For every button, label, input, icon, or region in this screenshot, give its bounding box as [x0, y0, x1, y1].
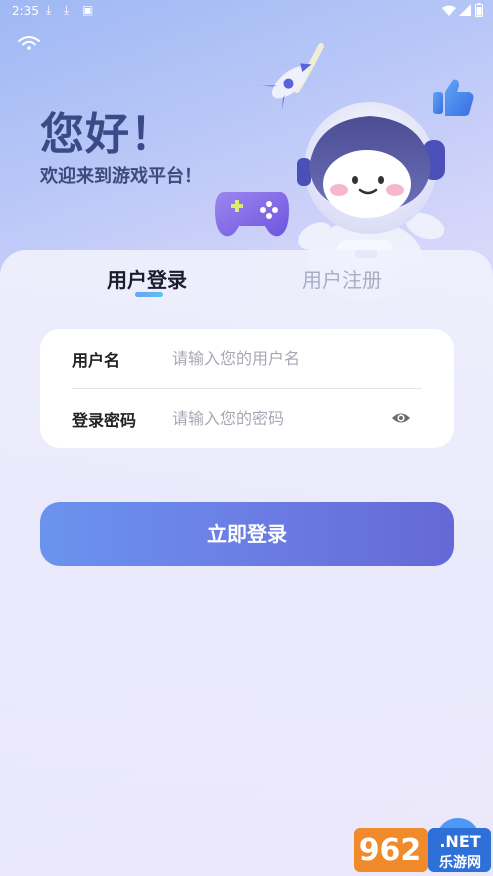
login-form: 用户名 登录密码: [40, 329, 454, 448]
download-icon: ⤓: [46, 3, 52, 17]
download-icon: ⤓: [64, 3, 70, 17]
gamepad-icon: [215, 192, 289, 237]
signal-icon: [459, 4, 471, 16]
username-input[interactable]: [172, 344, 382, 372]
tab-login[interactable]: 用户登录: [107, 264, 187, 293]
password-input[interactable]: [172, 404, 382, 432]
watermark-logo: 962 .NET 乐游网: [354, 828, 491, 872]
greeting-title: 您好！: [40, 109, 175, 160]
tab-indicator: [135, 292, 163, 297]
password-label: 登录密码: [72, 411, 137, 430]
watermark-caption: 乐游网: [439, 854, 481, 871]
notification-icon: ▣: [82, 3, 94, 17]
tab-register[interactable]: 用户注册: [302, 264, 382, 293]
status-time: 2:35: [12, 4, 39, 18]
username-row: 用户名: [40, 329, 454, 388]
eye-icon[interactable]: [390, 407, 412, 429]
battery-icon: [475, 3, 483, 17]
watermark-brand: 962: [359, 833, 422, 868]
login-button[interactable]: 立即登录: [40, 502, 454, 566]
wifi-icon: [442, 5, 456, 16]
wifi-icon: [18, 36, 40, 50]
status-bar: 2:35 ⤓ ⤓ ▣: [0, 0, 493, 24]
watermark-suffix: .NET: [439, 832, 480, 851]
thumbs-up-icon: [433, 79, 474, 116]
password-row: 登录密码: [40, 389, 454, 448]
username-label: 用户名: [72, 351, 121, 370]
welcome-subtitle: 欢迎来到游戏平台！: [40, 166, 202, 187]
